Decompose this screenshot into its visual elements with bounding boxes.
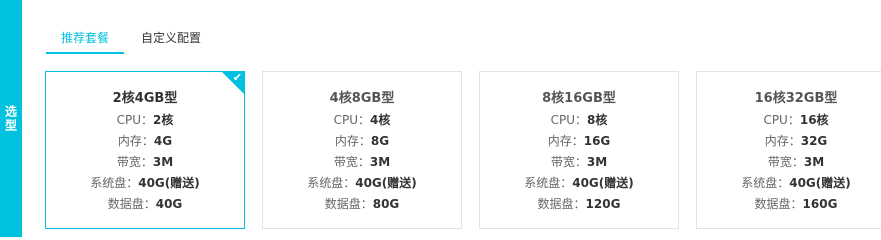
cpu-spec: CPU：4核 [263,110,461,131]
data-disk-spec: 数据盘：40G [46,194,244,215]
system-disk-spec: 系统盘：40G(赠送) [480,173,678,194]
package-title: 4核8GB型 [329,91,395,106]
memory-label: 内存： [117,134,154,148]
package-card-2c4g[interactable]: ✔ 2核4GB型 CPU：2核 内存：4G 带宽：3M 系统盘：40G(赠送) … [45,71,245,229]
bandwidth-value: 3M [803,155,825,169]
system-disk-value: 40G(赠送) [789,176,851,190]
bandwidth-value: 3M [586,155,608,169]
package-title: 8核16GB型 [542,91,616,106]
cpu-label: CPU： [550,113,588,127]
package-title: 16核32GB型 [754,91,838,106]
package-card-8c16g[interactable]: 8核16GB型 CPU：8核 内存：16G 带宽：3M 系统盘：40G(赠送) … [479,71,679,229]
system-disk-label: 系统盘： [524,176,573,190]
system-disk-value: 40G(赠送) [355,176,417,190]
memory-spec: 内存：32G [697,131,881,152]
memory-spec: 内存：16G [480,131,678,152]
cpu-spec: CPU：16核 [697,110,881,131]
bandwidth-spec: 带宽：3M [480,152,678,173]
bandwidth-spec: 带宽：3M [697,152,881,173]
cpu-label: CPU： [116,113,154,127]
bandwidth-spec: 带宽：3M [46,152,244,173]
bandwidth-spec: 带宽：3M [263,152,461,173]
memory-value: 4G [153,134,173,148]
memory-value: 8G [370,134,390,148]
data-disk-value: 160G [802,197,838,211]
data-disk-label: 数据盘： [324,197,373,211]
memory-label: 内存： [334,134,371,148]
tab-custom[interactable]: 自定义配置 [126,22,216,52]
data-disk-label: 数据盘： [107,197,156,211]
system-disk-label: 系统盘： [741,176,790,190]
data-disk-spec: 数据盘：120G [480,194,678,215]
system-disk-spec: 系统盘：40G(赠送) [697,173,881,194]
cpu-value: 8核 [587,113,608,127]
data-disk-value: 40G [155,197,183,211]
package-tabs: 推荐套餐 自定义配置 [46,22,216,54]
bandwidth-label: 带宽： [116,155,153,169]
section-label: 选型 [0,0,22,237]
cpu-value: 16核 [799,113,829,127]
data-disk-spec: 数据盘：80G [263,194,461,215]
system-disk-label: 系统盘： [90,176,139,190]
bandwidth-label: 带宽： [333,155,370,169]
memory-label: 内存： [764,134,801,148]
system-disk-spec: 系统盘：40G(赠送) [46,173,244,194]
cpu-spec: CPU：2核 [46,110,244,131]
system-disk-value: 40G(赠送) [572,176,634,190]
memory-spec: 内存：8G [263,131,461,152]
data-disk-value: 120G [585,197,621,211]
data-disk-value: 80G [372,197,400,211]
bandwidth-value: 3M [369,155,391,169]
memory-value: 32G [800,134,828,148]
system-disk-label: 系统盘： [307,176,356,190]
data-disk-label: 数据盘： [754,197,803,211]
checkmark-icon: ✔ [232,71,242,84]
cpu-value: 2核 [153,113,174,127]
system-disk-spec: 系统盘：40G(赠送) [263,173,461,194]
bandwidth-label: 带宽： [767,155,804,169]
data-disk-spec: 数据盘：160G [697,194,881,215]
cpu-label: CPU： [763,113,800,127]
cpu-label: CPU： [333,113,371,127]
bandwidth-value: 3M [152,155,174,169]
package-card-16c32g[interactable]: 16核32GB型 CPU：16核 内存：32G 带宽：3M 系统盘：40G(赠送… [696,71,881,229]
memory-value: 16G [583,134,611,148]
section-label-text: 选型 [3,104,18,133]
memory-label: 内存： [547,134,584,148]
data-disk-label: 数据盘： [537,197,586,211]
cpu-value: 4核 [370,113,391,127]
package-title: 2核4GB型 [112,91,178,106]
bandwidth-label: 带宽： [550,155,587,169]
memory-spec: 内存：4G [46,131,244,152]
package-card-4c8g[interactable]: 4核8GB型 CPU：4核 内存：8G 带宽：3M 系统盘：40G(赠送) 数据… [262,71,462,229]
tab-recommended[interactable]: 推荐套餐 [46,22,125,54]
cpu-spec: CPU：8核 [480,110,678,131]
package-list: ✔ 2核4GB型 CPU：2核 内存：4G 带宽：3M 系统盘：40G(赠送) … [45,71,881,229]
system-disk-value: 40G(赠送) [138,176,200,190]
